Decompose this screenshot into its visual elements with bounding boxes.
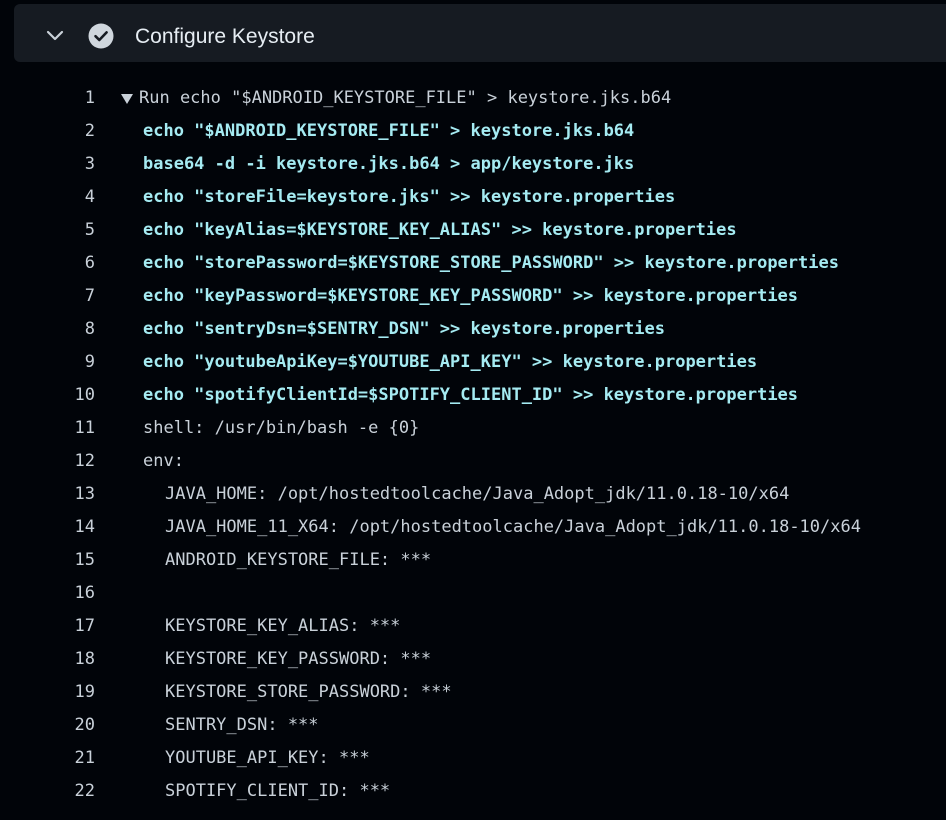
check-circle-icon	[88, 23, 114, 49]
line-number[interactable]: 12	[20, 445, 95, 478]
log-line: 18 KEYSTORE_KEY_PASSWORD: ***	[0, 643, 946, 676]
log-line: 2 echo "$ANDROID_KEYSTORE_FILE" > keystor…	[0, 115, 946, 148]
line-number[interactable]: 6	[20, 247, 95, 280]
line-number[interactable]: 7	[20, 280, 95, 313]
log-text: shell: /usr/bin/bash -e {0}	[143, 418, 420, 438]
log-line: 3 base64 -d -i keystore.jks.b64 > app/key…	[0, 148, 946, 181]
line-number[interactable]: 18	[20, 643, 95, 676]
line-number[interactable]: 10	[20, 379, 95, 412]
line-number[interactable]: 9	[20, 346, 95, 379]
log-text: env:	[143, 451, 184, 471]
log-text: KEYSTORE_KEY_ALIAS: ***	[165, 616, 401, 636]
log-text: SENTRY_DSN: ***	[165, 715, 319, 735]
log-text: KEYSTORE_STORE_PASSWORD: ***	[165, 682, 452, 702]
line-number[interactable]: 1	[20, 82, 95, 115]
log-line: 11 shell: /usr/bin/bash -e {0}	[0, 412, 946, 445]
line-number[interactable]: 22	[20, 775, 95, 808]
line-number[interactable]: 21	[20, 742, 95, 775]
command-line: echo "spotifyClientId=$SPOTIFY_CLIENT_ID…	[143, 385, 799, 405]
log-line: 13 JAVA_HOME: /opt/hostedtoolcache/Java_A…	[0, 478, 946, 511]
command-line: echo "storeFile=keystore.jks" >> keystor…	[143, 187, 676, 207]
log-line: 8 echo "sentryDsn=$SENTRY_DSN" >> keystor…	[0, 313, 946, 346]
command-line: echo "storePassword=$KEYSTORE_STORE_PASS…	[143, 253, 839, 273]
command-line: echo "$ANDROID_KEYSTORE_FILE" > keystore…	[143, 121, 635, 141]
log-text: JAVA_HOME: /opt/hostedtoolcache/Java_Ado…	[165, 484, 790, 504]
log-line: 12 env:	[0, 445, 946, 478]
line-number[interactable]: 4	[20, 181, 95, 214]
line-number[interactable]: 20	[20, 709, 95, 742]
step-header[interactable]: Configure Keystore	[14, 4, 946, 62]
step-title: Configure Keystore	[135, 25, 315, 48]
log-line: 4 echo "storeFile=keystore.jks" >> keysto…	[0, 181, 946, 214]
log-line: 6 echo "storePassword=$KEYSTORE_STORE_PAS…	[0, 247, 946, 280]
command-line: echo "keyPassword=$KEYSTORE_KEY_PASSWORD…	[143, 286, 799, 306]
chevron-down-icon[interactable]	[44, 24, 66, 46]
command-line: echo "sentryDsn=$SENTRY_DSN" >> keystore…	[143, 319, 665, 339]
log-text: JAVA_HOME_11_X64: /opt/hostedtoolcache/J…	[165, 517, 861, 537]
log-text: SPOTIFY_CLIENT_ID: ***	[165, 781, 391, 801]
log-output: 1 Run echo "$ANDROID_KEYSTORE_FILE" > key…	[0, 82, 946, 808]
line-number[interactable]: 15	[20, 544, 95, 577]
log-line: 5 echo "keyAlias=$KEYSTORE_KEY_ALIAS" >> …	[0, 214, 946, 247]
log-text: ANDROID_KEYSTORE_FILE: ***	[165, 550, 432, 570]
log-line: 14 JAVA_HOME_11_X64: /opt/hostedtoolcache…	[0, 511, 946, 544]
log-line: 15 ANDROID_KEYSTORE_FILE: ***	[0, 544, 946, 577]
log-line: 20 SENTRY_DSN: ***	[0, 709, 946, 742]
run-command-summary: Run echo "$ANDROID_KEYSTORE_FILE" > keys…	[139, 88, 672, 108]
log-line: 17 KEYSTORE_KEY_ALIAS: ***	[0, 610, 946, 643]
line-number[interactable]: 8	[20, 313, 95, 346]
line-number[interactable]: 14	[20, 511, 95, 544]
line-number[interactable]: 3	[20, 148, 95, 181]
log-line: 19 KEYSTORE_STORE_PASSWORD: ***	[0, 676, 946, 709]
log-text: YOUTUBE_API_KEY: ***	[165, 748, 370, 768]
command-line: echo "keyAlias=$KEYSTORE_KEY_ALIAS" >> k…	[143, 220, 737, 240]
line-number[interactable]: 19	[20, 676, 95, 709]
log-line: 9 echo "youtubeApiKey=$YOUTUBE_API_KEY" >…	[0, 346, 946, 379]
log-line: 21 YOUTUBE_API_KEY: ***	[0, 742, 946, 775]
line-number[interactable]: 13	[20, 478, 95, 511]
line-number[interactable]: 11	[20, 412, 95, 445]
line-number[interactable]: 5	[20, 214, 95, 247]
line-number[interactable]: 16	[20, 577, 95, 610]
log-line: 22 SPOTIFY_CLIENT_ID: ***	[0, 775, 946, 808]
line-number[interactable]: 17	[20, 610, 95, 643]
log-line: 7 echo "keyPassword=$KEYSTORE_KEY_PASSWOR…	[0, 280, 946, 313]
line-number[interactable]: 2	[20, 115, 95, 148]
triangle-down-icon[interactable]	[120, 91, 134, 105]
log-line: 16	[0, 577, 946, 610]
log-line: 10 echo "spotifyClientId=$SPOTIFY_CLIENT_…	[0, 379, 946, 412]
log-text: KEYSTORE_KEY_PASSWORD: ***	[165, 649, 432, 669]
command-line: echo "youtubeApiKey=$YOUTUBE_API_KEY" >>…	[143, 352, 758, 372]
log-line: 1 Run echo "$ANDROID_KEYSTORE_FILE" > key…	[0, 82, 946, 115]
command-line: base64 -d -i keystore.jks.b64 > app/keys…	[143, 154, 635, 174]
